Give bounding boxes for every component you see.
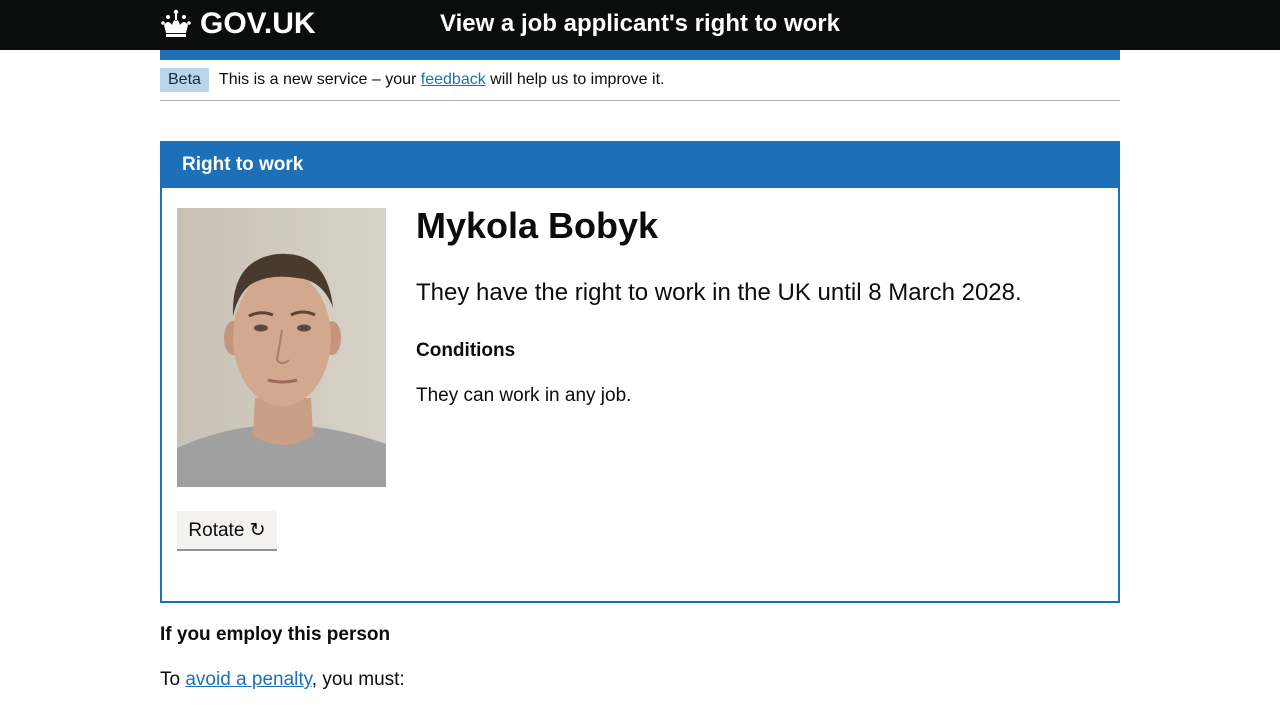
applicant-photo	[177, 208, 386, 487]
feedback-link[interactable]: feedback	[421, 71, 486, 88]
service-name[interactable]: View a job applicant's right to work	[0, 10, 1280, 38]
phase-banner-text: This is a new service – your feedback wi…	[218, 71, 665, 88]
right-to-work-panel: Right to work Rotate ↻ Mykola Bobyk They…	[160, 141, 1120, 603]
avoid-penalty-link[interactable]: avoid a penalty	[185, 669, 311, 690]
panel-header: Right to work	[162, 143, 1118, 188]
conditions-text: They can work in any job.	[416, 385, 632, 406]
beta-tag: Beta	[160, 68, 209, 92]
panel-title: Right to work	[182, 154, 304, 175]
applicant-photo-image	[177, 208, 386, 487]
phase-banner: Beta This is a new service – your feedba…	[160, 68, 1120, 101]
applicant-name: Mykola Bobyk	[416, 205, 659, 246]
site-header: GOV.UK View a job applicant's right to w…	[0, 0, 1280, 50]
employ-heading: If you employ this person	[160, 624, 391, 645]
penalty-instruction: To avoid a penalty, you must:	[160, 669, 405, 690]
conditions-heading: Conditions	[416, 340, 516, 361]
rotate-button[interactable]: Rotate ↻	[177, 511, 277, 549]
right-to-work-status: They have the right to work in the UK un…	[416, 279, 1022, 306]
header-accent-bar	[160, 50, 1120, 60]
